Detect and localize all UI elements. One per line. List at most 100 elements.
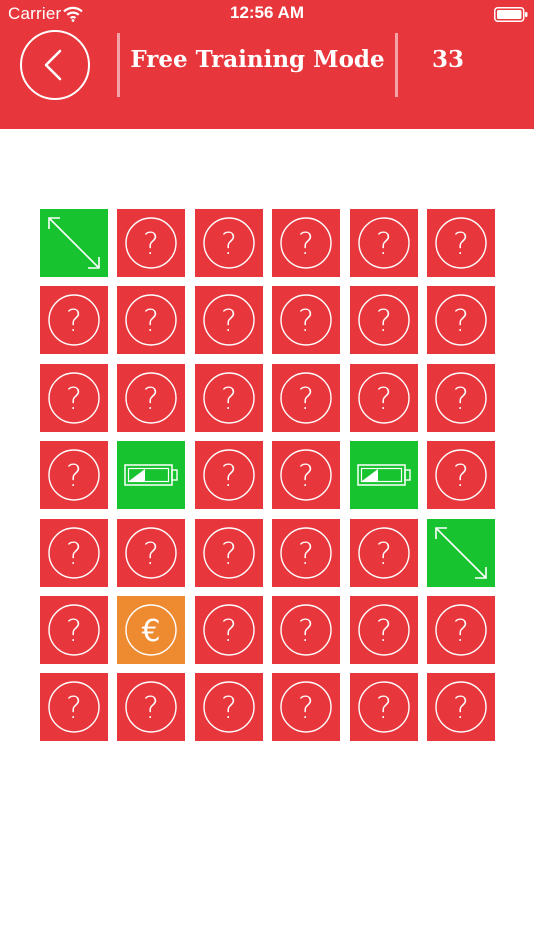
board-tile[interactable]: ? [195,441,263,509]
battery-icon [357,464,411,486]
question-icon: ? [358,217,410,269]
question-icon: ? [203,294,255,346]
svg-text:?: ? [66,304,82,339]
board-tile[interactable]: ? [427,286,495,354]
board-tile[interactable]: ? [272,286,340,354]
question-icon: ? [435,449,487,501]
board-tile[interactable]: ? [117,286,185,354]
svg-text:?: ? [298,614,314,649]
page-title: Free Training Mode [130,46,385,73]
svg-text:?: ? [143,304,159,339]
question-icon: ? [48,604,100,656]
question-icon: ? [358,372,410,424]
board-tile[interactable] [350,441,418,509]
board-tile[interactable]: ? [427,209,495,277]
euro-coin-icon: € [125,604,177,656]
board-tile[interactable]: ? [427,596,495,664]
board-tile[interactable]: ? [117,519,185,587]
svg-text:?: ? [298,227,314,262]
svg-text:?: ? [453,227,469,262]
svg-text:?: ? [143,382,159,417]
board-tile[interactable]: ? [427,673,495,741]
question-icon: ? [48,681,100,733]
board-tile[interactable]: ? [272,596,340,664]
svg-text:?: ? [298,304,314,339]
board-tile[interactable]: ? [272,209,340,277]
board-tile[interactable]: ? [195,286,263,354]
svg-text:?: ? [453,614,469,649]
battery-full-icon [494,7,528,22]
question-icon: ? [48,449,100,501]
board-tile[interactable]: ? [272,441,340,509]
battery-icon [124,464,178,486]
svg-text:?: ? [298,691,314,726]
question-icon: ? [280,527,332,579]
question-icon: ? [280,681,332,733]
question-icon: ? [203,449,255,501]
board-tile[interactable]: ? [195,673,263,741]
board-tile[interactable]: ? [350,519,418,587]
question-icon: ? [125,527,177,579]
svg-text:?: ? [298,537,314,572]
board-tile[interactable]: ? [40,596,108,664]
svg-text:?: ? [221,304,237,339]
question-icon: ? [358,527,410,579]
board-tile[interactable]: ? [195,519,263,587]
svg-text:?: ? [143,691,159,726]
board-tile[interactable]: ? [350,286,418,354]
question-icon: ? [280,372,332,424]
board-tile[interactable] [117,441,185,509]
board-tile[interactable]: ? [40,673,108,741]
question-icon: ? [48,372,100,424]
board-tile[interactable]: ? [117,673,185,741]
board-tile[interactable]: ? [427,441,495,509]
svg-text:?: ? [66,537,82,572]
board-tile[interactable]: ? [427,364,495,432]
question-icon: ? [435,681,487,733]
header-bar: Carrier 12:56 AM Free Training Mode 33 [0,0,534,129]
svg-text:?: ? [453,382,469,417]
diagonal-arrow-icon [48,217,100,269]
board-tile[interactable]: ? [350,596,418,664]
svg-text:?: ? [66,382,82,417]
svg-text:?: ? [221,382,237,417]
question-icon: ? [125,217,177,269]
question-icon: ? [280,604,332,656]
board-tile[interactable]: ? [350,209,418,277]
back-button[interactable] [20,30,90,100]
board-tile[interactable]: ? [195,364,263,432]
board-tile[interactable]: ? [350,673,418,741]
svg-text:?: ? [221,227,237,262]
board-tile[interactable]: ? [272,519,340,587]
board-tile[interactable]: ? [40,519,108,587]
board-tile[interactable] [40,209,108,277]
question-icon: ? [125,372,177,424]
board-tile[interactable]: ? [272,673,340,741]
status-time: 12:56 AM [229,3,304,22]
svg-text:?: ? [453,691,469,726]
board-tile[interactable]: € [117,596,185,664]
game-board: ??????????????????????????? €?????????? [40,209,495,742]
svg-text:?: ? [143,537,159,572]
board-tile[interactable]: ? [117,364,185,432]
question-icon: ? [125,294,177,346]
diagonal-arrow-icon [435,527,487,579]
board-tile[interactable]: ? [40,286,108,354]
board-tile[interactable]: ? [40,364,108,432]
board-tile[interactable]: ? [40,441,108,509]
board-tile[interactable]: ? [350,364,418,432]
board-tile[interactable]: ? [272,364,340,432]
question-icon: ? [358,681,410,733]
svg-text:€: € [141,614,160,649]
svg-text:?: ? [376,382,392,417]
game-screen: Carrier 12:56 AM Free Training Mode 33 ?… [0,0,534,950]
board-tile[interactable]: ? [195,209,263,277]
svg-text:?: ? [376,691,392,726]
board-tile[interactable]: ? [195,596,263,664]
board-tile[interactable] [427,519,495,587]
question-icon: ? [203,527,255,579]
question-icon: ? [435,604,487,656]
board-tile[interactable]: ? [117,209,185,277]
question-icon: ? [203,681,255,733]
question-icon: ? [203,604,255,656]
